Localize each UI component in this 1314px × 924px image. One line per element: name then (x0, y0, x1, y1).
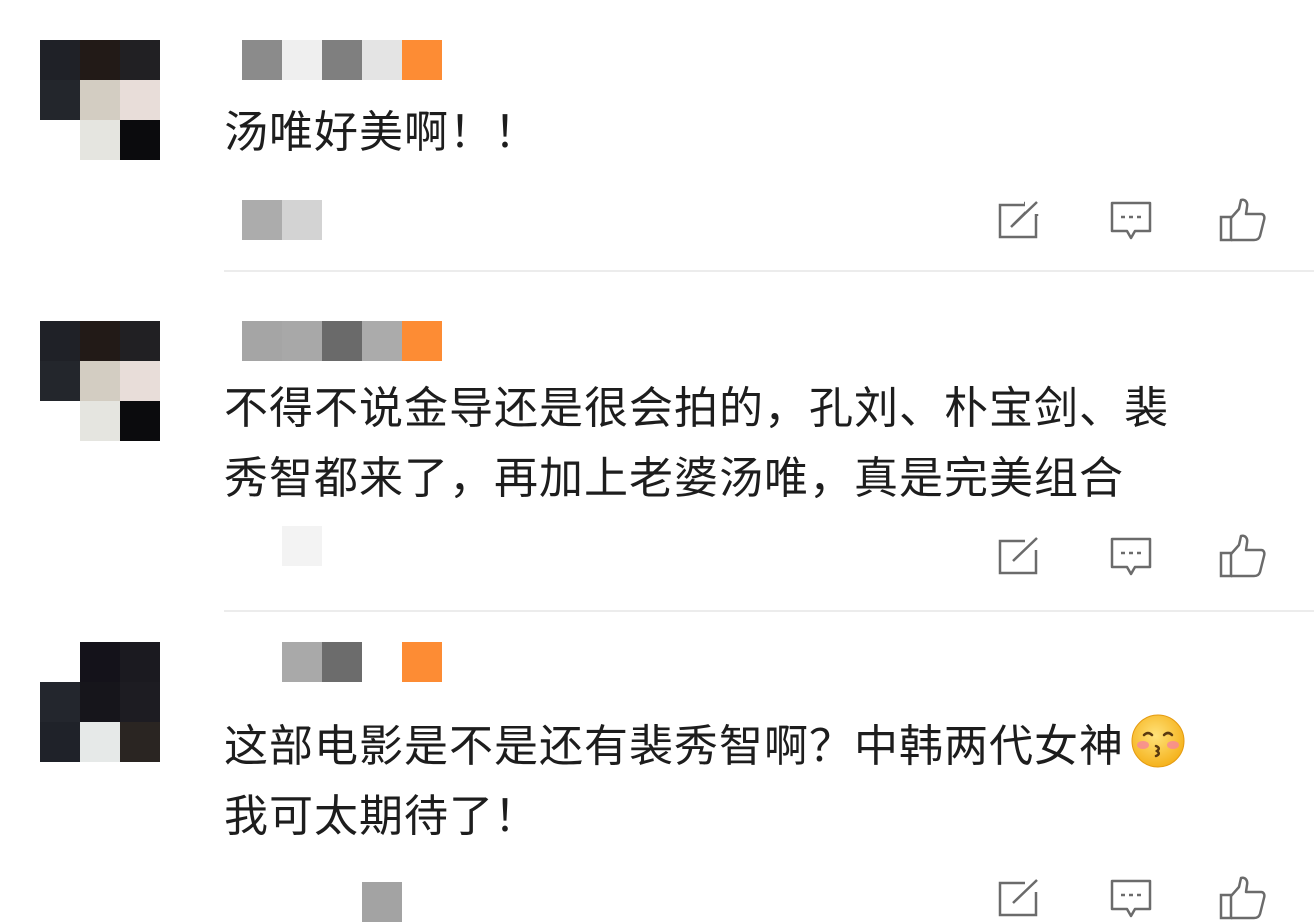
thumbs-up-icon (1219, 534, 1266, 578)
comment-actions (994, 874, 1268, 922)
comment-icon (1110, 537, 1152, 576)
comment-actions (994, 532, 1268, 580)
comment-text-line: 这部电影是不是还有裴秀智啊？中韩两代女神 (224, 721, 1124, 772)
comment-text-line: 不得不说金导还是很会拍的，孔刘、朴宝剑、裴 (224, 383, 1169, 434)
comment-actions (994, 196, 1268, 244)
like-button[interactable] (1218, 196, 1268, 244)
blushing-kiss-emoji (1131, 714, 1185, 768)
comment-icon (1110, 879, 1152, 918)
vip-badge (402, 40, 442, 80)
reply-button[interactable] (1106, 196, 1156, 244)
username[interactable] (242, 642, 442, 682)
reply-button[interactable] (1106, 874, 1156, 922)
vip-badge (402, 642, 442, 682)
comment-meta (242, 526, 322, 566)
like-button[interactable] (1218, 874, 1268, 922)
share-icon (998, 536, 1041, 575)
comment-meta (242, 200, 322, 240)
comment-text: 汤唯好美啊！！ (224, 98, 1224, 168)
comment-icon (1110, 201, 1152, 240)
comment-text-line: 秀智都来了，再加上老婆汤唯，真是完美组合 (224, 453, 1124, 504)
comment-item: 不得不说金导还是很会拍的，孔刘、朴宝剑、裴 秀智都来了，再加上老婆汤唯，真是完美… (0, 272, 1314, 612)
comment-item: 汤唯好美啊！！ (0, 0, 1314, 272)
username[interactable] (242, 40, 442, 80)
comment-meta (242, 882, 402, 922)
comment-text-line: 汤唯好美啊！！ (224, 107, 539, 158)
vip-badge (402, 321, 442, 361)
thumbs-up-icon (1219, 876, 1266, 920)
comment-text: 不得不说金导还是很会拍的，孔刘、朴宝剑、裴 秀智都来了，再加上老婆汤唯，真是完美… (224, 374, 1224, 514)
like-button[interactable] (1218, 532, 1268, 580)
share-button[interactable] (994, 532, 1044, 580)
username[interactable] (242, 321, 442, 361)
thumbs-up-icon (1219, 198, 1266, 242)
avatar[interactable] (40, 321, 161, 442)
share-icon (998, 878, 1041, 917)
avatar[interactable] (40, 40, 161, 161)
comment-text-line: 我可太期待了！ (224, 791, 539, 842)
share-button[interactable] (994, 874, 1044, 922)
share-button[interactable] (994, 196, 1044, 244)
comment-item: 这部电影是不是还有裴秀智啊？中韩两代女神 我可太期待了！ (0, 612, 1314, 924)
comment-text: 这部电影是不是还有裴秀智啊？中韩两代女神 我可太期待了！ (224, 712, 1224, 852)
share-icon (998, 200, 1041, 239)
avatar[interactable] (40, 642, 161, 763)
reply-button[interactable] (1106, 532, 1156, 580)
